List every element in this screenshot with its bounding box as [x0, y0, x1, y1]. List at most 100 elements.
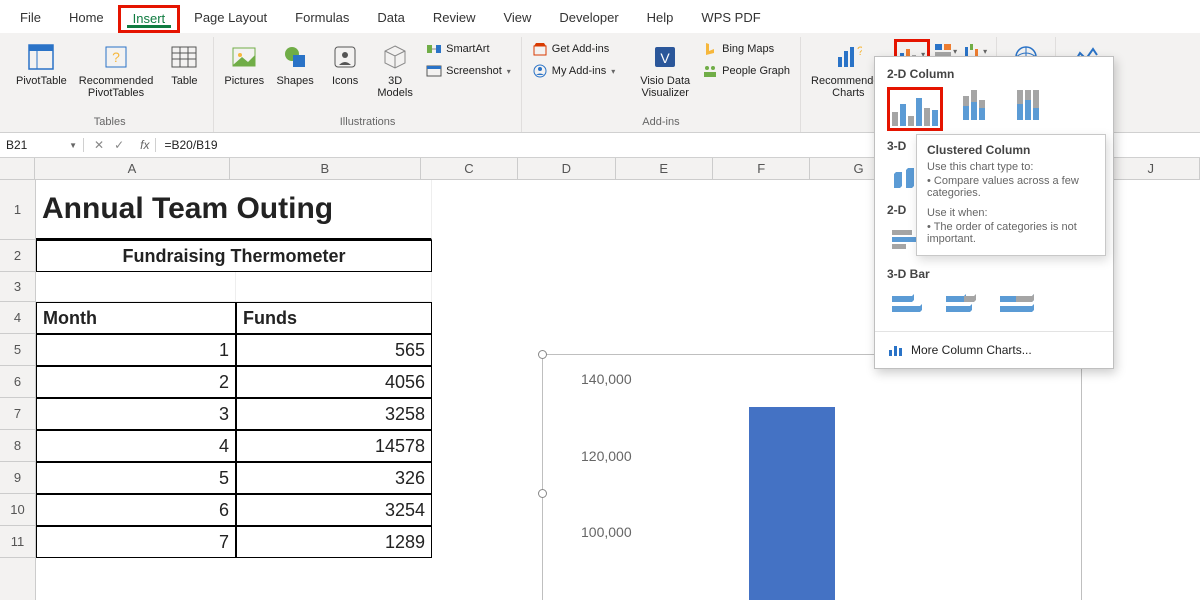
menu-file[interactable]: File	[6, 4, 55, 33]
accept-formula-icon[interactable]: ✓	[114, 138, 124, 152]
row-header[interactable]: 9	[0, 462, 35, 494]
row-header[interactable]: 1	[0, 180, 35, 240]
row-header[interactable]: 5	[0, 334, 35, 366]
visio-visualizer-button[interactable]: V Visio Data Visualizer	[636, 39, 694, 101]
row-header[interactable]: 10	[0, 494, 35, 526]
shapes-button[interactable]: Shapes	[272, 39, 318, 89]
chart-bar	[749, 407, 835, 600]
svg-text:?: ?	[857, 44, 862, 58]
pivottable-icon	[25, 41, 57, 73]
cell[interactable]: Annual Team Outing	[36, 180, 432, 240]
row-header[interactable]: 6	[0, 366, 35, 398]
menu-view[interactable]: View	[489, 4, 545, 33]
cell[interactable]	[236, 272, 432, 302]
row-header[interactable]: 4	[0, 302, 35, 334]
cell[interactable]: 14578	[236, 430, 432, 462]
recommended-charts-icon: ?	[832, 41, 864, 73]
cell[interactable]: 2	[36, 366, 236, 398]
fx-icon[interactable]: fx	[134, 138, 156, 152]
cell[interactable]: 4	[36, 430, 236, 462]
cell[interactable]: 326	[236, 462, 432, 494]
menu-insert[interactable]: Insert	[118, 5, 181, 33]
cell[interactable]: Fundraising Thermometer	[36, 240, 432, 272]
icons-icon	[329, 41, 361, 73]
recommended-pivottables-button[interactable]: ? Recommended PivotTables	[75, 39, 158, 101]
column-header[interactable]: E	[616, 158, 713, 179]
menu-wps-pdf[interactable]: WPS PDF	[687, 4, 774, 33]
3d-clustered-bar-option[interactable]	[887, 287, 933, 323]
column-header[interactable]: F	[713, 158, 810, 179]
row-header[interactable]: 7	[0, 398, 35, 430]
column-header[interactable]: C	[421, 158, 518, 179]
cell[interactable]: 6	[36, 494, 236, 526]
name-box-value: B21	[6, 138, 27, 152]
screenshot-label: Screenshot	[446, 65, 502, 77]
row-header[interactable]: 3	[0, 272, 35, 302]
shapes-icon	[279, 41, 311, 73]
row-header[interactable]: 11	[0, 526, 35, 558]
screenshot-button[interactable]: Screenshot▾	[422, 61, 515, 81]
pictures-button[interactable]: Pictures	[220, 39, 268, 89]
menu-home[interactable]: Home	[55, 4, 118, 33]
name-box[interactable]: B21 ▼	[0, 138, 84, 152]
cell[interactable]: 4056	[236, 366, 432, 398]
tooltip-line: • Compare values across a few categories…	[927, 175, 1095, 199]
tooltip-line: Use it when:	[927, 207, 1095, 219]
menu-help[interactable]: Help	[633, 4, 688, 33]
get-addins-label: Get Add-ins	[552, 43, 609, 55]
cell[interactable]: 5	[36, 462, 236, 494]
section-3d-bar: 3-D Bar	[875, 263, 1113, 283]
resize-handle[interactable]	[538, 489, 547, 498]
100-stacked-column-option[interactable]	[1005, 87, 1051, 123]
section-2d-column: 2-D Column	[875, 63, 1113, 83]
table-button[interactable]: Table	[161, 39, 207, 89]
my-addins-button[interactable]: My Add-ins▾	[528, 61, 619, 81]
3d-stacked-bar-option[interactable]	[941, 287, 987, 323]
embedded-chart[interactable]: 140,000120,000100,00080,000	[542, 354, 1082, 600]
chevron-down-icon: ▼	[69, 141, 77, 150]
cell[interactable]: Month	[36, 302, 236, 334]
cancel-formula-icon[interactable]: ✕	[94, 138, 104, 152]
cell[interactable]: 1	[36, 334, 236, 366]
cell[interactable]: 1289	[236, 526, 432, 558]
bing-maps-button[interactable]: Bing Maps	[698, 39, 794, 59]
column-header[interactable]: A	[35, 158, 230, 179]
column-header[interactable]: D	[518, 158, 615, 179]
cell[interactable]: Funds	[236, 302, 432, 334]
cube-icon	[379, 41, 411, 73]
more-column-charts-button[interactable]: More Column Charts...	[875, 336, 1113, 364]
pictures-icon	[228, 41, 260, 73]
cell[interactable]	[36, 272, 236, 302]
column-header[interactable]: J	[1103, 158, 1200, 179]
row-header[interactable]: 2	[0, 240, 35, 272]
chart-type-tooltip: Clustered Column Use this chart type to:…	[916, 134, 1106, 256]
menu-developer[interactable]: Developer	[545, 4, 632, 33]
select-all-corner[interactable]	[0, 158, 35, 179]
chart-plot-area	[639, 371, 1061, 600]
cell[interactable]: 3258	[236, 398, 432, 430]
shapes-label: Shapes	[276, 75, 313, 87]
menu-page-layout[interactable]: Page Layout	[180, 4, 281, 33]
menu-review[interactable]: Review	[419, 4, 490, 33]
cell[interactable]: 3254	[236, 494, 432, 526]
stacked-column-option[interactable]	[951, 87, 997, 123]
3d-100-stacked-bar-option[interactable]	[995, 287, 1041, 323]
3d-models-button[interactable]: 3D Models	[372, 39, 418, 101]
people-graph-button[interactable]: People Graph	[698, 61, 794, 81]
column-header[interactable]: B	[230, 158, 421, 179]
bing-maps-label: Bing Maps	[722, 43, 774, 55]
cell[interactable]: 3	[36, 398, 236, 430]
cell[interactable]: 7	[36, 526, 236, 558]
get-addins-button[interactable]: Get Add-ins	[528, 39, 619, 59]
pivottable-button[interactable]: PivotTable	[12, 39, 71, 89]
cell[interactable]: 565	[236, 334, 432, 366]
visio-label: Visio Data Visualizer	[640, 75, 690, 99]
menu-formulas[interactable]: Formulas	[281, 4, 363, 33]
row-header[interactable]: 8	[0, 430, 35, 462]
smartart-button[interactable]: SmartArt	[422, 39, 515, 59]
clustered-column-option[interactable]	[887, 87, 943, 131]
formula-input[interactable]: =B20/B19	[156, 138, 225, 152]
resize-handle[interactable]	[538, 350, 547, 359]
icons-button[interactable]: Icons	[322, 39, 368, 89]
menu-data[interactable]: Data	[363, 4, 418, 33]
